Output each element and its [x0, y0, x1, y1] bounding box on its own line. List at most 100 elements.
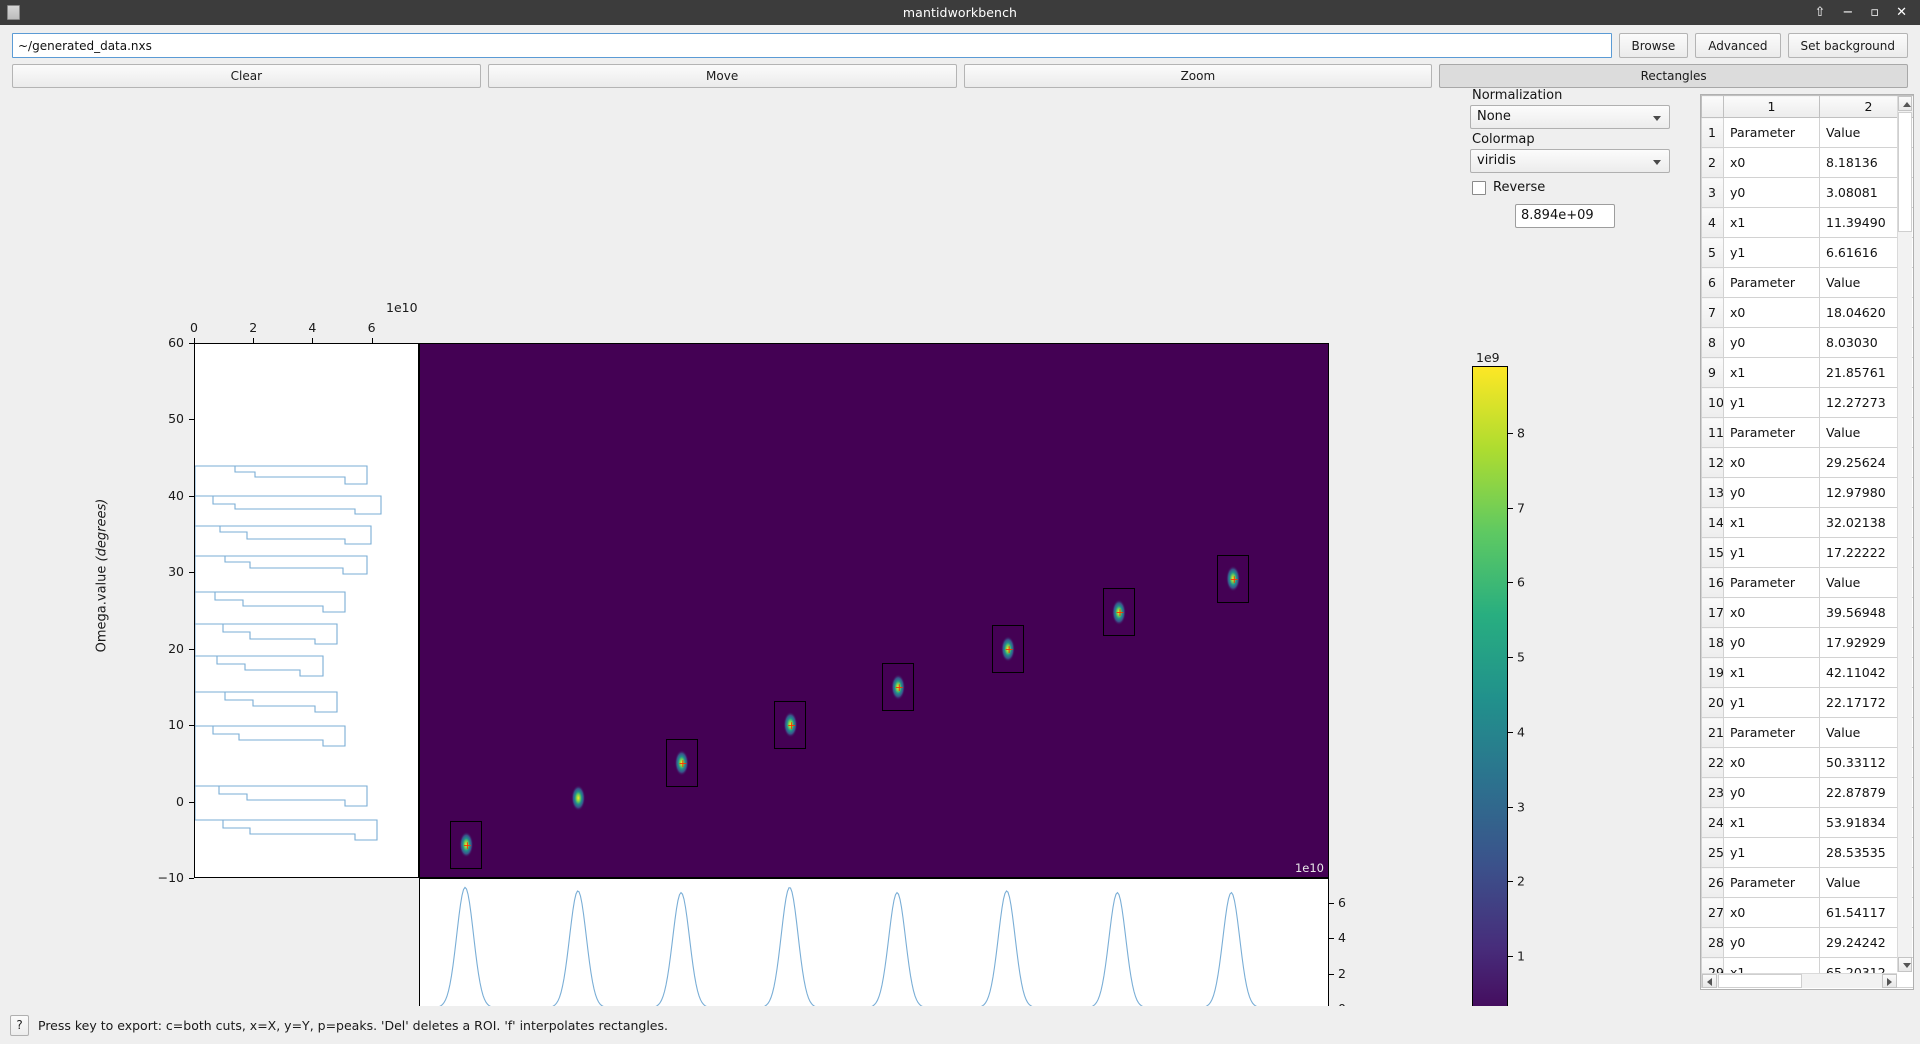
table-cell-parameter[interactable]: x0: [1724, 598, 1820, 628]
table-row[interactable]: 17x039.56948: [1702, 598, 1915, 628]
horizontal-scroll-thumb[interactable]: [1718, 974, 1802, 988]
table-row[interactable]: 7x018.04620: [1702, 298, 1915, 328]
table-row-header[interactable]: 27: [1702, 898, 1724, 928]
table-row[interactable]: 13y012.97980: [1702, 478, 1915, 508]
left-cut-plot[interactable]: [194, 343, 419, 878]
table-row-header[interactable]: 4: [1702, 208, 1724, 238]
table-cell-parameter[interactable]: y0: [1724, 328, 1820, 358]
minimize-icon[interactable]: −: [1842, 6, 1853, 19]
table-cell-parameter[interactable]: x0: [1724, 448, 1820, 478]
help-button[interactable]: ?: [10, 1015, 29, 1036]
table-row[interactable]: 1ParameterValue: [1702, 118, 1915, 148]
rectangles-tool-button[interactable]: Rectangles: [1439, 64, 1908, 88]
colormap-select[interactable]: viridis: [1470, 149, 1670, 173]
table-corner-cell[interactable]: [1702, 96, 1724, 118]
table-cell-parameter[interactable]: y0: [1724, 628, 1820, 658]
table-row-header[interactable]: 1: [1702, 118, 1724, 148]
table-row-header[interactable]: 19: [1702, 658, 1724, 688]
table-row-header[interactable]: 18: [1702, 628, 1724, 658]
table-cell-parameter[interactable]: x0: [1724, 748, 1820, 778]
table-row[interactable]: 22x050.33112: [1702, 748, 1915, 778]
table-row[interactable]: 18y017.92929: [1702, 628, 1915, 658]
table-row-header[interactable]: 28: [1702, 928, 1724, 958]
table-cell-parameter[interactable]: Parameter: [1724, 718, 1820, 748]
table-row[interactable]: 11ParameterValue: [1702, 418, 1915, 448]
table-row-header[interactable]: 6: [1702, 268, 1724, 298]
table-row-header[interactable]: 7: [1702, 298, 1724, 328]
scroll-right-button[interactable]: [1882, 974, 1897, 988]
table-row[interactable]: 3y03.08081: [1702, 178, 1915, 208]
parameter-table-panel[interactable]: 1 2 1ParameterValue2x08.181363y03.080814…: [1700, 94, 1914, 990]
table-row-header[interactable]: 5: [1702, 238, 1724, 268]
table-cell-parameter[interactable]: x1: [1724, 358, 1820, 388]
table-row-header[interactable]: 20: [1702, 688, 1724, 718]
table-horizontal-scrollbar[interactable]: [1702, 973, 1897, 988]
window-controls[interactable]: ⇧ − ▫ ✕: [1814, 6, 1920, 19]
table-row[interactable]: 26ParameterValue: [1702, 868, 1915, 898]
table-cell-parameter[interactable]: y1: [1724, 688, 1820, 718]
reverse-checkbox[interactable]: [1472, 181, 1486, 195]
colorbar-max-input[interactable]: 8.894e+09: [1515, 204, 1615, 228]
table-row-header[interactable]: 15: [1702, 538, 1724, 568]
table-row[interactable]: 9x121.85761: [1702, 358, 1915, 388]
table-row-header[interactable]: 21: [1702, 718, 1724, 748]
table-row[interactable]: 27x061.54117: [1702, 898, 1915, 928]
vertical-scroll-thumb[interactable]: [1898, 112, 1912, 232]
table-row[interactable]: 15y117.22222: [1702, 538, 1915, 568]
table-cell-parameter[interactable]: Parameter: [1724, 418, 1820, 448]
normalization-select[interactable]: None: [1470, 105, 1670, 129]
table-row[interactable]: 25y128.53535: [1702, 838, 1915, 868]
colorbar-gradient[interactable]: [1472, 366, 1508, 1031]
table-cell-parameter[interactable]: x0: [1724, 148, 1820, 178]
table-cell-parameter[interactable]: y1: [1724, 388, 1820, 418]
table-col-header-1[interactable]: 1: [1724, 96, 1820, 118]
maximize-icon[interactable]: ▫: [1870, 6, 1879, 19]
table-row[interactable]: 24x153.91834: [1702, 808, 1915, 838]
table-row[interactable]: 20y122.17172: [1702, 688, 1915, 718]
table-row[interactable]: 21ParameterValue: [1702, 718, 1915, 748]
table-cell-parameter[interactable]: y1: [1724, 538, 1820, 568]
table-row[interactable]: 23y022.87879: [1702, 778, 1915, 808]
table-row[interactable]: 6ParameterValue: [1702, 268, 1915, 298]
table-row-header[interactable]: 11: [1702, 418, 1724, 448]
table-cell-parameter[interactable]: y1: [1724, 238, 1820, 268]
set-background-button[interactable]: Set background: [1788, 33, 1909, 58]
close-icon[interactable]: ✕: [1896, 6, 1907, 19]
table-cell-parameter[interactable]: y0: [1724, 478, 1820, 508]
table-row[interactable]: 28y029.24242: [1702, 928, 1915, 958]
zoom-tool-button[interactable]: Zoom: [964, 64, 1433, 88]
table-row-header[interactable]: 22: [1702, 748, 1724, 778]
table-row[interactable]: 4x111.39490: [1702, 208, 1915, 238]
table-row[interactable]: 2x08.18136: [1702, 148, 1915, 178]
table-vertical-scrollbar[interactable]: [1897, 96, 1912, 972]
reverse-checkbox-row[interactable]: Reverse: [1472, 180, 1700, 195]
table-row[interactable]: 12x029.25624: [1702, 448, 1915, 478]
browse-button[interactable]: Browse: [1619, 33, 1689, 58]
table-cell-parameter[interactable]: y1: [1724, 838, 1820, 868]
scroll-left-button[interactable]: [1702, 974, 1717, 988]
table-cell-parameter[interactable]: x1: [1724, 208, 1820, 238]
bottom-cut-plot[interactable]: [419, 878, 1329, 1009]
table-row-header[interactable]: 13: [1702, 478, 1724, 508]
table-cell-parameter[interactable]: x1: [1724, 658, 1820, 688]
table-cell-parameter[interactable]: Parameter: [1724, 568, 1820, 598]
table-row-header[interactable]: 8: [1702, 328, 1724, 358]
table-row[interactable]: 10y112.27273: [1702, 388, 1915, 418]
heatmap-image[interactable]: 1e10 +++++++: [419, 343, 1329, 878]
table-row-header[interactable]: 17: [1702, 598, 1724, 628]
table-cell-parameter[interactable]: y0: [1724, 178, 1820, 208]
table-cell-parameter[interactable]: Parameter: [1724, 268, 1820, 298]
table-row[interactable]: 14x132.02138: [1702, 508, 1915, 538]
table-cell-parameter[interactable]: x1: [1724, 808, 1820, 838]
table-row-header[interactable]: 23: [1702, 778, 1724, 808]
file-path-input[interactable]: [12, 33, 1612, 58]
table-row[interactable]: 5y16.61616: [1702, 238, 1915, 268]
table-cell-parameter[interactable]: Parameter: [1724, 118, 1820, 148]
table-cell-parameter[interactable]: x0: [1724, 898, 1820, 928]
table-row-header[interactable]: 10: [1702, 388, 1724, 418]
move-tool-button[interactable]: Move: [488, 64, 957, 88]
pin-window-icon[interactable]: ⇧: [1814, 6, 1825, 19]
table-row-header[interactable]: 26: [1702, 868, 1724, 898]
table-cell-parameter[interactable]: Parameter: [1724, 868, 1820, 898]
table-row-header[interactable]: 2: [1702, 148, 1724, 178]
